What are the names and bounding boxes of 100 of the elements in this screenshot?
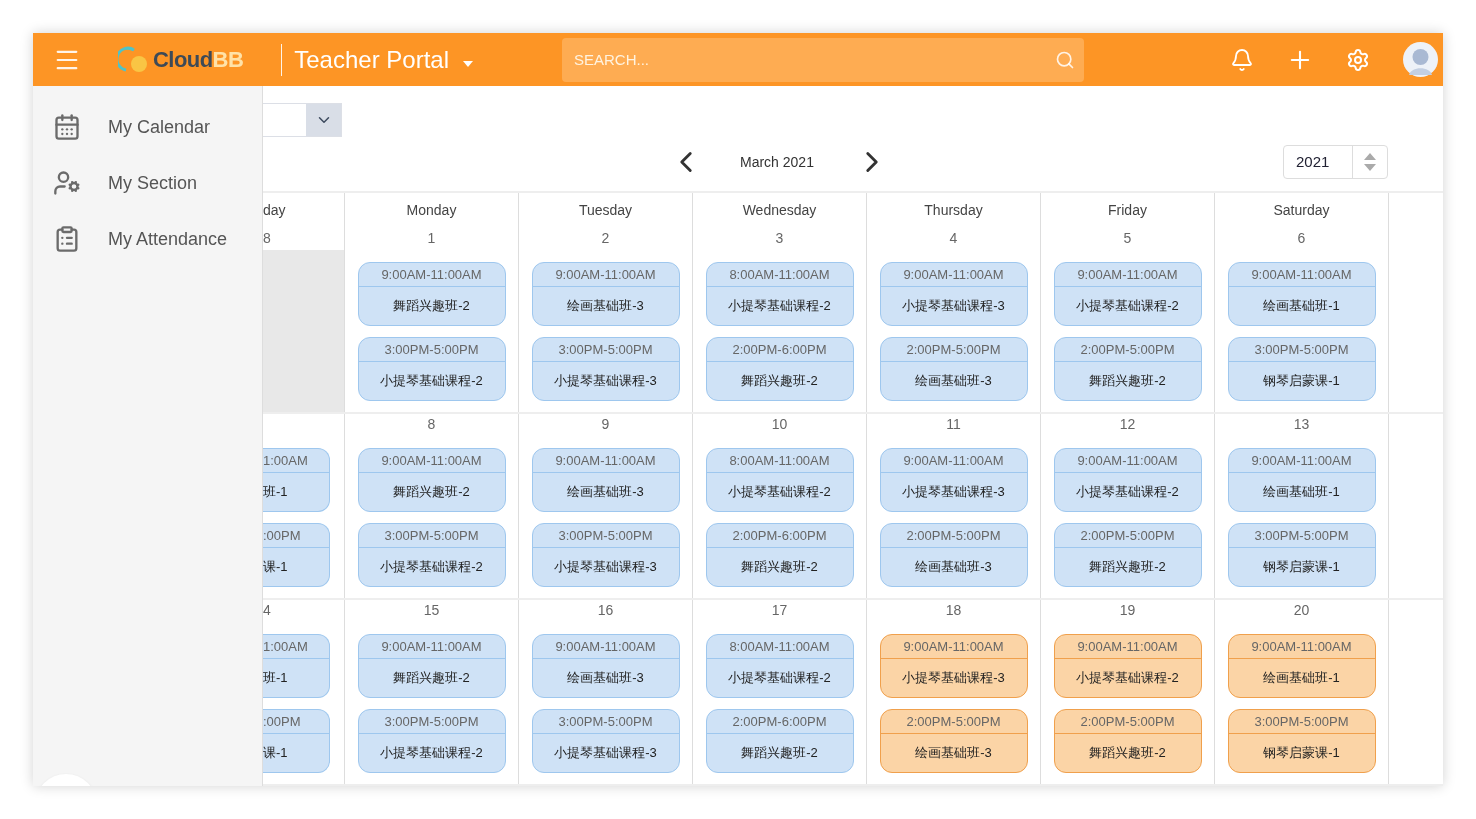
event-card[interactable]: 2:00PM-5:00PM 绘画基础班-3 [879, 523, 1028, 587]
event-time: 2:00PM-6:00PM [706, 524, 853, 548]
event-name: 小提琴基础课程-3 [553, 558, 658, 576]
user-gear-icon [53, 169, 81, 197]
weekday-header: Wednesday [742, 201, 817, 220]
date-number: 20 [1293, 601, 1310, 620]
event-card[interactable]: 2:00PM-6:00PM 舞蹈兴趣班-2 [705, 337, 854, 401]
event-time: 2:00PM-5:00PM [880, 338, 1027, 362]
event-name: 小提琴基础课程-2 [1075, 483, 1180, 501]
date-number: 1 [427, 229, 436, 248]
event-card[interactable]: 1:00AM 班-1 [263, 634, 330, 698]
search-field[interactable]: SEARCH... [562, 37, 1084, 82]
date-number: 3 [775, 229, 784, 248]
event-time: :00PM [263, 524, 329, 548]
event-name: 绘画基础班-1 [1262, 483, 1341, 501]
event-name: 小提琴基础课程-2 [727, 483, 832, 501]
event-card[interactable]: 3:00PM-5:00PM 小提琴基础课程-2 [357, 523, 506, 587]
event-card[interactable]: 9:00AM-11:00AM 舞蹈兴趣班-2 [357, 262, 506, 326]
date-number: 2 [601, 229, 610, 248]
event-name: 小提琴基础课程-2 [379, 372, 484, 390]
event-time: 3:00PM-5:00PM [532, 524, 679, 548]
event-time: 3:00PM-5:00PM [358, 710, 505, 734]
event-time: 3:00PM-5:00PM [532, 710, 679, 734]
event-time: 9:00AM-11:00AM [358, 635, 505, 659]
notification-icon[interactable] [1230, 47, 1254, 72]
event-card[interactable]: 9:00AM-11:00AM 小提琴基础课程-3 [879, 634, 1028, 698]
event-card[interactable]: 9:00AM-11:00AM 小提琴基础课程-2 [1053, 262, 1202, 326]
date-number: 4 [949, 229, 958, 248]
avatar-icon[interactable] [1403, 42, 1438, 77]
event-card[interactable]: 3:00PM-5:00PM 小提琴基础课程-3 [531, 523, 680, 587]
event-time: 2:00PM-5:00PM [880, 710, 1027, 734]
event-time: 8:00AM-11:00AM [706, 635, 853, 659]
event-name: 舞蹈兴趣班-2 [1088, 372, 1167, 390]
event-card[interactable]: 3:00PM-5:00PM 钢琴启蒙课-1 [1227, 523, 1376, 587]
event-card[interactable]: 2:00PM-5:00PM 舞蹈兴趣班-2 [1053, 709, 1202, 773]
event-card[interactable]: 3:00PM-5:00PM 小提琴基础课程-2 [357, 337, 506, 401]
date-number: 17 [771, 601, 788, 620]
event-name: 课-1 [263, 558, 289, 576]
event-card[interactable]: 1:00AM 班-1 [263, 448, 330, 512]
event-name: 绘画基础班-1 [1262, 297, 1341, 315]
date-number: 15 [423, 601, 440, 620]
sidebar-item[interactable]: My Section [33, 155, 262, 211]
weekday-header: day [263, 201, 286, 220]
logo-text: CloudBB [153, 46, 244, 74]
event-card[interactable]: 3:00PM-5:00PM 小提琴基础课程-3 [531, 337, 680, 401]
event-time: 1:00AM [263, 635, 329, 659]
event-time: 9:00AM-11:00AM [880, 263, 1027, 287]
event-name: 钢琴启蒙课-1 [1262, 744, 1341, 762]
event-card[interactable]: 8:00AM-11:00AM 小提琴基础课程-2 [705, 448, 854, 512]
event-card[interactable]: :00PM 课-1 [263, 523, 330, 587]
event-card[interactable]: 9:00AM-11:00AM 绘画基础班-1 [1227, 634, 1376, 698]
sidebar-item[interactable]: My Calendar [33, 99, 262, 155]
event-name: 舞蹈兴趣班-2 [740, 372, 819, 390]
select-field[interactable] [263, 103, 342, 137]
event-card[interactable]: 2:00PM-5:00PM 舞蹈兴趣班-2 [1053, 523, 1202, 587]
event-card[interactable]: 9:00AM-11:00AM 舞蹈兴趣班-2 [357, 634, 506, 698]
event-name: 绘画基础班-3 [566, 297, 645, 315]
event-card[interactable]: 2:00PM-5:00PM 舞蹈兴趣班-2 [1053, 337, 1202, 401]
event-card[interactable]: 8:00AM-11:00AM 小提琴基础课程-2 [705, 634, 854, 698]
event-card[interactable]: 9:00AM-11:00AM 绘画基础班-3 [531, 448, 680, 512]
event-card[interactable]: 9:00AM-11:00AM 小提琴基础课程-2 [1053, 448, 1202, 512]
event-card[interactable]: 8:00AM-11:00AM 小提琴基础课程-2 [705, 262, 854, 326]
year-spinner[interactable]: 2021 [1283, 145, 1388, 179]
event-time: 9:00AM-11:00AM [1054, 635, 1201, 659]
event-card[interactable]: 9:00AM-11:00AM 舞蹈兴趣班-2 [357, 448, 506, 512]
event-card[interactable]: 2:00PM-6:00PM 舞蹈兴趣班-2 [705, 523, 854, 587]
sidebar-item[interactable]: My Attendance [33, 211, 262, 267]
event-time: 9:00AM-11:00AM [358, 263, 505, 287]
event-card[interactable]: 9:00AM-11:00AM 小提琴基础课程-3 [879, 262, 1028, 326]
event-time: 3:00PM-5:00PM [1228, 524, 1375, 548]
event-card[interactable]: :00PM 课-1 [263, 709, 330, 773]
event-time: 3:00PM-5:00PM [1228, 338, 1375, 362]
search-icon[interactable] [1055, 49, 1075, 70]
event-card[interactable]: 9:00AM-11:00AM 绘画基础班-3 [531, 262, 680, 326]
event-card[interactable]: 9:00AM-11:00AM 绘画基础班-1 [1227, 448, 1376, 512]
event-card[interactable]: 3:00PM-5:00PM 钢琴启蒙课-1 [1227, 337, 1376, 401]
event-card[interactable]: 2:00PM-5:00PM 绘画基础班-3 [879, 337, 1028, 401]
date-number: 8 [427, 415, 436, 434]
event-card[interactable]: 9:00AM-11:00AM 绘画基础班-1 [1227, 262, 1376, 326]
event-time: 9:00AM-11:00AM [532, 263, 679, 287]
event-card[interactable]: 3:00PM-5:00PM 钢琴启蒙课-1 [1227, 709, 1376, 773]
event-time: 2:00PM-5:00PM [880, 524, 1027, 548]
event-time: 2:00PM-5:00PM [1054, 710, 1201, 734]
event-time: 9:00AM-11:00AM [1228, 263, 1375, 287]
weekday-header: Thursday [924, 201, 983, 220]
event-card[interactable]: 3:00PM-5:00PM 小提琴基础课程-2 [357, 709, 506, 773]
date-number: 9 [601, 415, 610, 434]
event-card[interactable]: 9:00AM-11:00AM 小提琴基础课程-3 [879, 448, 1028, 512]
event-time: 9:00AM-11:00AM [1054, 449, 1201, 473]
date-number: 18 [945, 601, 962, 620]
event-name: 舞蹈兴趣班-2 [392, 483, 471, 501]
event-card[interactable]: 2:00PM-6:00PM 舞蹈兴趣班-2 [705, 709, 854, 773]
event-card[interactable]: 9:00AM-11:00AM 小提琴基础课程-2 [1053, 634, 1202, 698]
month-label: March 2021 [740, 152, 814, 172]
event-time: 9:00AM-11:00AM [1228, 635, 1375, 659]
event-name: 小提琴基础课程-3 [901, 669, 1006, 687]
event-card[interactable]: 3:00PM-5:00PM 小提琴基础课程-3 [531, 709, 680, 773]
event-card[interactable]: 9:00AM-11:00AM 绘画基础班-3 [531, 634, 680, 698]
settings-icon[interactable] [1346, 47, 1370, 72]
event-card[interactable]: 2:00PM-5:00PM 绘画基础班-3 [879, 709, 1028, 773]
